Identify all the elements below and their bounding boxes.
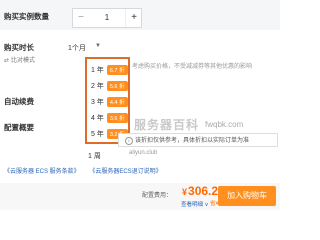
info-icon: i — [125, 137, 133, 145]
option-label: 4 年 — [91, 115, 104, 122]
duration-label: 购买时长 — [4, 43, 34, 52]
add-to-cart-button[interactable]: 加入购物车 — [218, 186, 276, 206]
watermark-domain: fwqbk.com — [205, 120, 244, 129]
duration-selected-value: 1个月 — [68, 45, 86, 52]
ecs-terms-link[interactable]: 《云服务器 ECS 服务条款》 — [4, 169, 80, 175]
watermark-text: 服务器百科 — [134, 118, 200, 132]
duration-option-3y[interactable]: 3 年 4.4 折 — [91, 97, 128, 107]
discount-badge: 4.4 折 — [106, 97, 128, 107]
duration-option-1y[interactable]: 1 年 6.7 折 — [91, 65, 128, 75]
option-label: 1 周 — [88, 153, 101, 160]
option-label: 2 年 — [91, 83, 104, 90]
currency-symbol: ¥ — [182, 187, 188, 197]
duration-option-2y[interactable]: 2 年 5.6 折 — [91, 81, 128, 91]
ecs-refund-link[interactable]: 《云服务器ECS退订说明》 — [89, 169, 161, 175]
auto-renew-label: 自动续费 — [4, 97, 34, 106]
option-label: 3 年 — [91, 99, 104, 106]
terms-links: 《云服务器 ECS 服务条款》 《云服务器ECS退订说明》 — [4, 166, 170, 175]
config-summary-label: 配置概要 — [4, 123, 34, 132]
discount-badge: 6.7 折 — [106, 65, 128, 75]
increment-button[interactable]: + — [125, 9, 142, 27]
discount-tooltip: i 该折扣仅供参考，具体折扣以实际订单为准 — [118, 133, 278, 147]
quantity-stepper[interactable]: − 1 + — [72, 8, 142, 28]
compare-mode-label: 比对模式 — [11, 58, 36, 64]
quantity-label: 购买实例数量 — [4, 12, 49, 21]
watermark-alt: aliyun.club — [129, 150, 158, 156]
duration-dropdown: 1 年 6.7 折 2 年 5.6 折 3 年 4.4 折 4 年 3.6 折 5 年 3… — [85, 57, 130, 144]
compare-mode-toggle[interactable]: ⇄ 比对模式 — [4, 55, 35, 64]
fee-label: 配置费用： — [142, 193, 173, 199]
duration-select[interactable]: 1个月 ▼ — [68, 43, 132, 55]
duration-option-1w[interactable]: 1 周 — [88, 151, 101, 161]
discount-badge: 5.6 折 — [106, 81, 128, 91]
decrement-button[interactable]: − — [73, 9, 89, 27]
quantity-value[interactable]: 1 — [89, 9, 125, 27]
view-details-link[interactable]: 查看明细 ∨ — [181, 200, 209, 208]
tooltip-text: 该折扣仅供参考，具体折扣以实际订单为准 — [135, 138, 250, 144]
chevron-down-icon: ▼ — [95, 43, 101, 49]
option-label: 1 年 — [91, 67, 104, 74]
duration-option-4y[interactable]: 4 年 3.6 折 — [91, 113, 128, 123]
option-label: 5 年 — [91, 131, 104, 138]
swap-icon: ⇄ — [4, 58, 10, 64]
discount-badge: 3.6 折 — [106, 113, 128, 123]
duration-note: 考虑购买价格，不受减减券等其他优惠的影响 — [132, 64, 253, 70]
